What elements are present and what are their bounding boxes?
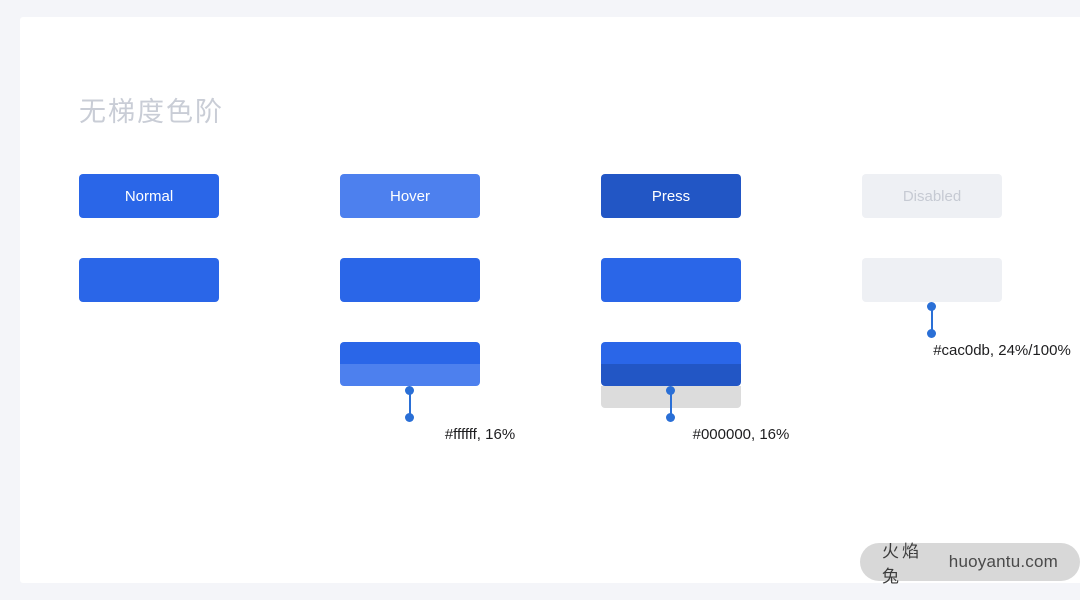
swatch-hover-overlay bbox=[340, 342, 480, 386]
swatch-press-overlay-top bbox=[601, 342, 741, 364]
swatch-normal-base bbox=[79, 258, 219, 302]
swatch-hover-overlay-bottom bbox=[340, 364, 480, 386]
watermark-badge: 火焰兔 huoyantu.com bbox=[860, 542, 1080, 586]
connector-dot-icon bbox=[405, 413, 414, 422]
swatch-hover-overlay-top bbox=[340, 342, 480, 364]
watermark-en-text: huoyantu.com bbox=[948, 552, 1058, 571]
button-press[interactable]: Press bbox=[601, 174, 741, 218]
button-disabled[interactable]: Disabled bbox=[862, 174, 1002, 218]
swatch-disabled-base bbox=[862, 258, 1002, 302]
swatch-press-base bbox=[601, 258, 741, 302]
swatch-press-overlay bbox=[601, 342, 741, 386]
connector-hover bbox=[405, 386, 414, 422]
swatch-hover-base bbox=[340, 258, 480, 302]
annotation-disabled: #cac0db, 24%/100% bbox=[933, 342, 1071, 359]
swatch-press-overlay-bottom bbox=[601, 364, 741, 386]
connector-press bbox=[666, 386, 675, 422]
annotation-press: #000000, 16% bbox=[692, 426, 790, 443]
watermark-cn-text: 火焰兔 bbox=[882, 542, 922, 586]
screenshot-canvas: 无梯度色阶 Normal Hover #ffffff, 16% Press #0… bbox=[0, 0, 1080, 600]
connector-disabled bbox=[927, 302, 936, 338]
button-hover[interactable]: Hover bbox=[340, 174, 480, 218]
connector-dot-icon bbox=[927, 329, 936, 338]
connector-dot-icon bbox=[666, 413, 675, 422]
page-title: 无梯度色阶 bbox=[79, 97, 224, 127]
button-normal[interactable]: Normal bbox=[79, 174, 219, 218]
annotation-hover: #ffffff, 16% bbox=[444, 426, 516, 443]
